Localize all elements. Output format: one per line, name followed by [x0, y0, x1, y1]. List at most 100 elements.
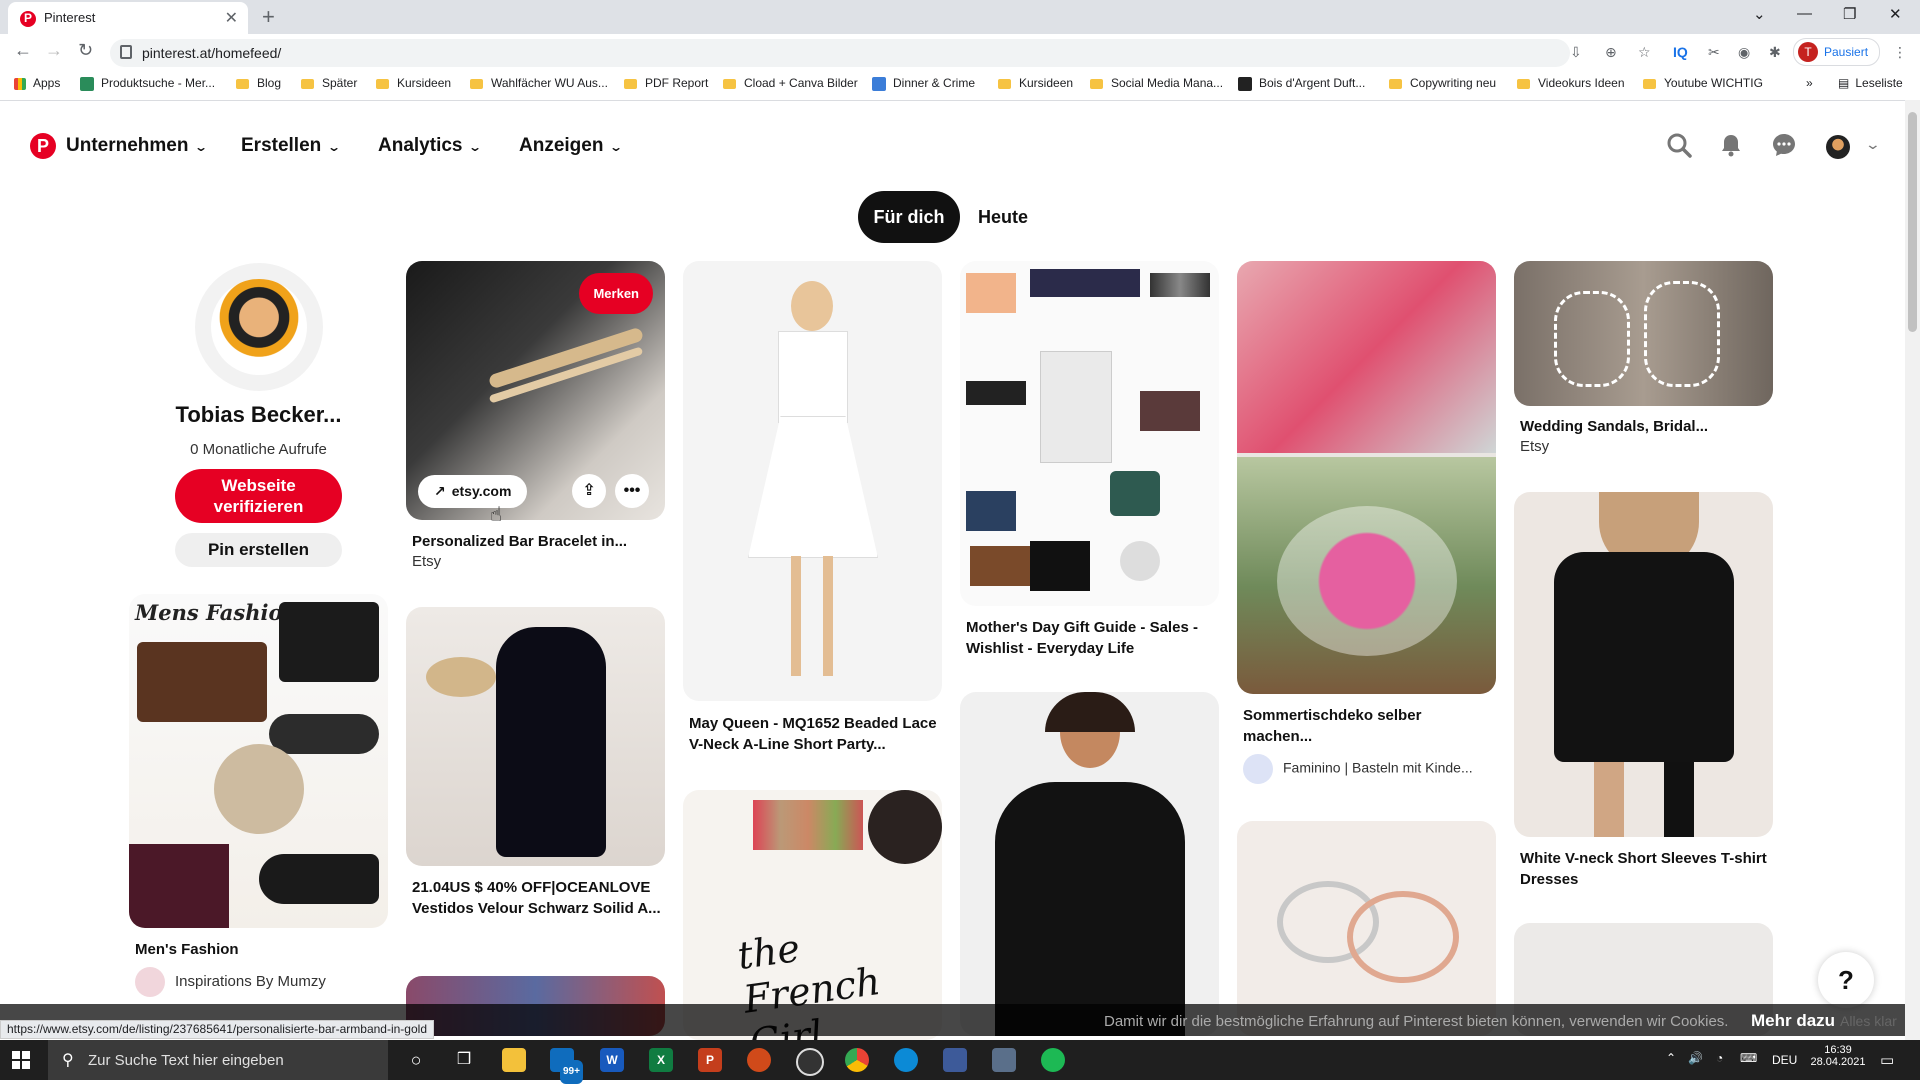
browser-tab[interactable]: Pinterest ✕ [8, 2, 248, 34]
notification-center-icon[interactable]: ▭ [1880, 1051, 1894, 1069]
close-window-icon[interactable]: ✕ [1889, 5, 1902, 23]
share-icon[interactable]: ⇪ [572, 474, 606, 508]
pin-source[interactable]: Faminino | Basteln mit Kinde... [1243, 754, 1473, 784]
messages-icon[interactable] [1769, 132, 1799, 162]
install-icon[interactable]: ⇩ [1570, 44, 1582, 61]
pin-source[interactable]: Etsy [1520, 438, 1549, 455]
scrollbar-thumb[interactable] [1908, 112, 1917, 332]
pin-source[interactable]: Inspirations By Mumzy [135, 967, 326, 997]
taskbar-search-box[interactable]: ⚲ Zur Suche Text hier eingeben [48, 1040, 388, 1080]
search-icon[interactable] [1664, 132, 1694, 162]
extension-globe-icon[interactable]: ◉ [1738, 44, 1750, 61]
pin-white-dress-image[interactable] [683, 261, 942, 701]
pin-black-top-image[interactable] [960, 692, 1219, 1036]
more-options-icon[interactable]: ••• [615, 474, 649, 508]
extension-iq-icon[interactable]: IQ [1673, 44, 1688, 60]
pin-sandals-image[interactable] [1514, 261, 1773, 406]
language-indicator[interactable]: DEU [1772, 1053, 1797, 1067]
profile-name[interactable]: Tobias Becker... [155, 402, 362, 428]
app-icon[interactable] [943, 1048, 967, 1072]
excel-icon[interactable]: X [649, 1048, 673, 1072]
nav-unternehmen[interactable]: Unternehmen ⌄ [66, 135, 209, 157]
extensions-puzzle-icon[interactable]: ✱ [1769, 44, 1781, 61]
bookmark-folder[interactable]: Später [301, 76, 357, 90]
bookmark-folder[interactable]: PDF Report [624, 76, 708, 90]
extension-icon[interactable]: ✂ [1708, 44, 1720, 61]
volume-icon[interactable]: 🔊 [1688, 1051, 1703, 1065]
cookie-more-link[interactable]: Mehr dazu [1751, 1011, 1835, 1031]
bookmark-apps[interactable]: Apps [14, 76, 60, 90]
app-icon[interactable] [747, 1048, 771, 1072]
pin-title[interactable]: White V-neck Short Sleeves T-shirt Dress… [1520, 848, 1770, 890]
clock[interactable]: 16:39 28.04.2021 [1808, 1044, 1868, 1068]
address-bar[interactable]: pinterest.at/homefeed/ ⇩ ⊕ ☆ [110, 39, 1651, 67]
minimize-icon[interactable]: — [1797, 5, 1812, 22]
file-explorer-icon[interactable] [502, 1048, 526, 1072]
bookmark-folder[interactable]: Copywriting neu [1389, 76, 1496, 90]
bookmark-folder[interactable]: Youtube WICHTIG [1643, 76, 1763, 90]
tab-fuer-dich[interactable]: Für dich [858, 191, 960, 243]
pin-mens-fashion-image[interactable]: Mens Fashion Guide [129, 594, 388, 928]
pinterest-logo-icon[interactable]: P [30, 133, 56, 159]
page-scrollbar[interactable] [1905, 100, 1920, 1040]
task-view-icon[interactable]: ❒ [452, 1048, 476, 1072]
bookmark-folder[interactable]: Wahlfächer WU Aus... [470, 76, 608, 90]
windows-start-icon[interactable] [12, 1051, 30, 1069]
help-button[interactable]: ? [1818, 952, 1874, 1008]
tray-chevron-icon[interactable]: ⌃ [1666, 1051, 1676, 1065]
pin-tshirt-dress-image[interactable] [1514, 492, 1773, 837]
obs-icon[interactable] [796, 1048, 824, 1076]
pin-title[interactable]: Wedding Sandals, Bridal... [1520, 416, 1770, 437]
bookmark-folder[interactable]: Kursideen [376, 76, 451, 90]
cookie-accept-button[interactable]: Alles klar [1840, 1013, 1897, 1029]
app-icon[interactable] [992, 1048, 1016, 1072]
notifications-bell-icon[interactable] [1716, 132, 1746, 162]
nav-anzeigen[interactable]: Anzeigen ⌄ [519, 135, 624, 157]
verify-website-button[interactable]: Webseite verifizieren [175, 469, 342, 523]
back-icon[interactable]: ← [14, 40, 32, 61]
pin-french-girl-image[interactable]: the French Girl [683, 790, 942, 1040]
pin-title[interactable]: Men's Fashion [135, 939, 239, 960]
close-tab-icon[interactable]: ✕ [225, 8, 238, 28]
reload-icon[interactable]: ↻ [78, 40, 93, 61]
cortana-icon[interactable]: ○ [404, 1048, 428, 1072]
bookmark-item[interactable]: Dinner & Crime [872, 76, 975, 91]
nav-erstellen[interactable]: Erstellen ⌄ [241, 135, 341, 157]
forward-icon[interactable]: → [45, 40, 63, 61]
bookmark-folder[interactable]: Blog [236, 76, 281, 90]
mail-icon[interactable]: 99+ [550, 1048, 583, 1084]
tab-search-icon[interactable]: ⌄ [1753, 5, 1766, 23]
tab-heute[interactable]: Heute [968, 191, 1038, 243]
bookmark-folder[interactable]: Social Media Mana... [1090, 76, 1223, 90]
pin-mothers-day-image[interactable] [960, 261, 1219, 606]
pin-tischdeko-image[interactable] [1237, 261, 1496, 694]
bookmark-star-icon[interactable]: ☆ [1638, 44, 1651, 61]
nav-analytics[interactable]: Analytics ⌄ [378, 135, 483, 157]
zoom-icon[interactable]: ⊕ [1605, 44, 1617, 61]
wifi-icon[interactable]: ◔ [1716, 1051, 1723, 1065]
chrome-icon[interactable] [845, 1048, 869, 1072]
pin-title[interactable]: Personalized Bar Bracelet in... [412, 531, 662, 552]
spotify-icon[interactable] [1041, 1048, 1065, 1072]
pin-title[interactable]: May Queen - MQ1652 Beaded Lace V-Neck A-… [689, 713, 939, 755]
keyboard-icon[interactable]: ⌨ [1740, 1051, 1757, 1065]
create-pin-button[interactable]: Pin erstellen [175, 533, 342, 567]
powerpoint-icon[interactable]: P [698, 1048, 722, 1072]
pin-bracelet-image[interactable]: Merken ↗ etsy.com ⇪ ••• [406, 261, 665, 520]
save-pin-button[interactable]: Merken [579, 273, 653, 314]
new-tab-icon[interactable]: + [262, 4, 275, 30]
pin-title[interactable]: Sommertischdeko selber machen... [1243, 705, 1493, 747]
pin-title[interactable]: Mother's Day Gift Guide - Sales - Wishli… [966, 617, 1216, 659]
profile-button[interactable]: T Pausiert [1793, 38, 1880, 66]
bookmark-item[interactable]: Produktsuche - Mer... [80, 76, 215, 91]
menu-icon[interactable]: ⋮ [1893, 44, 1907, 61]
bookmark-item[interactable]: Bois d'Argent Duft... [1238, 76, 1365, 91]
profile-avatar-large[interactable] [195, 263, 323, 391]
bookmark-folder[interactable]: Kursideen [998, 76, 1073, 90]
pin-link-button[interactable]: ↗ etsy.com [418, 475, 528, 508]
bookmark-folder[interactable]: Cload + Canva Bilder [723, 76, 858, 90]
account-avatar[interactable] [1826, 135, 1850, 159]
bookmark-folder[interactable]: Videokurs Ideen [1517, 76, 1625, 90]
more-bookmarks-icon[interactable]: » [1806, 76, 1813, 90]
account-chevron-icon[interactable]: ⌄ [1865, 136, 1881, 153]
